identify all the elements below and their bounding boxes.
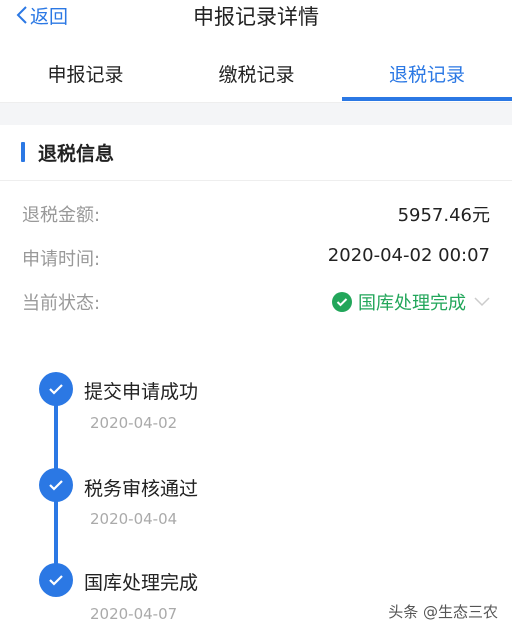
section-divider (0, 103, 512, 125)
refund-amount-label: 退税金额: (22, 205, 101, 226)
timeline-step-title: 税务审核通过 (84, 478, 199, 500)
active-tab-indicator (342, 97, 512, 101)
timeline-step-date: 2020-04-02 (90, 414, 178, 432)
timeline-step-date: 2020-04-07 (90, 605, 178, 623)
apply-time-value: 2020-04-02 00:07 (327, 245, 490, 266)
apply-time-label: 申请时间: (22, 249, 101, 270)
navbar: 返回 申报记录详情 (0, 0, 512, 44)
section-header: 退税信息 (0, 125, 512, 181)
check-icon (39, 563, 73, 597)
refund-amount-row: 退税金额: 5957.46元 (0, 201, 512, 241)
apply-time-row: 申请时间: 2020-04-02 00:07 (0, 245, 512, 285)
tab-declaration-records[interactable]: 申报记录 (0, 45, 171, 102)
timeline-step-title: 提交申请成功 (84, 381, 199, 403)
status-value-toggle[interactable]: 国库处理完成 (332, 289, 490, 315)
check-icon (39, 372, 73, 406)
page-title: 申报记录详情 (193, 5, 319, 29)
tab-bar: 申报记录 缴税记录 退税记录 (0, 45, 512, 103)
tab-payment-records[interactable]: 缴税记录 (171, 45, 342, 102)
timeline-step-title: 国库处理完成 (84, 572, 199, 594)
timeline-step-date: 2020-04-04 (90, 510, 178, 528)
status-row: 当前状态: 国库处理完成 (0, 289, 512, 329)
refund-amount-value: 5957.46元 (397, 205, 490, 226)
section-title: 退税信息 (38, 143, 115, 165)
status-value: 国库处理完成 (358, 293, 466, 314)
check-circle-icon (332, 292, 352, 312)
check-icon (39, 468, 73, 502)
watermark: 头条 @生态三农 (388, 603, 498, 621)
status-label: 当前状态: (22, 293, 101, 314)
tab-refund-records[interactable]: 退税记录 (342, 45, 512, 102)
chevron-down-icon (474, 297, 490, 307)
section-accent-bar (21, 142, 25, 162)
